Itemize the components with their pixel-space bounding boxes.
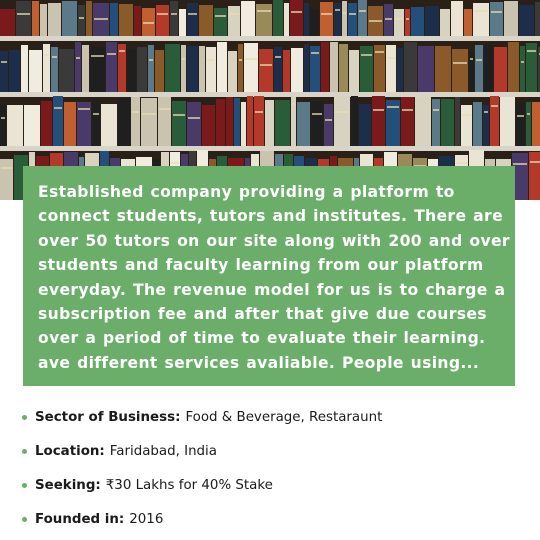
detail-founded: Founded in: 2016 (22, 502, 522, 536)
detail-label: Sector of Business: (35, 409, 181, 425)
description-line: subscription fee and after that give due… (38, 305, 487, 324)
description-line: over a period of time to evaluate their … (38, 329, 486, 348)
detail-value: ₹30 Lakhs for 40% Stake (105, 477, 273, 493)
detail-value: Food & Beverage, Restaraunt (185, 409, 383, 425)
detail-seeking: Seeking: ₹30 Lakhs for 40% Stake (22, 468, 522, 502)
description-line: everyday. The revenue model for us is to… (38, 280, 506, 299)
description-line: over 50 tutors on our site along with 20… (38, 231, 510, 250)
detail-value: Faridabad, India (109, 443, 217, 459)
detail-label: Seeking: (35, 477, 101, 493)
description-line: students and faculty learning from our p… (38, 256, 484, 275)
detail-label: Founded in: (35, 511, 125, 527)
detail-location: Location: Faridabad, India (22, 434, 522, 468)
bullet-icon (22, 448, 27, 454)
bullet-icon (22, 516, 27, 522)
description-line: Established company providing a platform… (38, 183, 455, 201)
detail-sector: Sector of Business: Food & Beverage, Res… (22, 400, 522, 434)
description-card: Established company providing a platform… (23, 166, 515, 386)
detail-value: 2016 (129, 511, 164, 527)
bullet-icon (22, 482, 27, 488)
detail-label: Location: (35, 443, 105, 459)
description-line: connect students, tutors and institutes.… (38, 207, 504, 226)
bullet-icon (22, 414, 27, 420)
details-list: Sector of Business: Food & Beverage, Res… (22, 400, 522, 536)
description-line: ave different services avaliable. People… (38, 353, 480, 372)
